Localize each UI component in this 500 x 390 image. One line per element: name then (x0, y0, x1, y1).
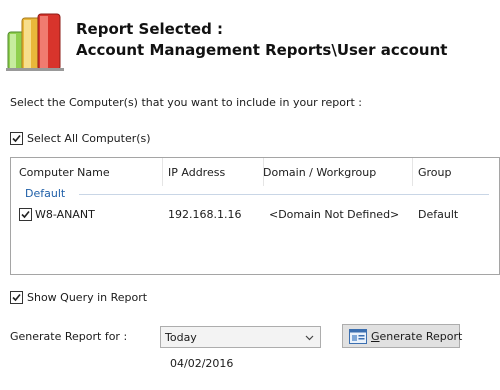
column-header-domain-workgroup[interactable]: Domain / Workgroup (263, 166, 407, 179)
chevron-down-icon (305, 335, 314, 341)
cell-domain: <Domain Not Defined> (269, 208, 400, 221)
column-header-computer-name[interactable]: Computer Name (19, 166, 110, 179)
cell-ip-address: 192.168.1.16 (168, 208, 242, 221)
computer-list[interactable]: Computer Name IP Address Domain / Workgr… (10, 157, 500, 275)
report-window-icon (349, 329, 367, 344)
table-row[interactable]: W8-ANANT 192.168.1.16 <Domain Not Define… (11, 204, 499, 222)
generate-report-label: Generate Report (371, 330, 463, 343)
generate-for-label: Generate Report for : (10, 330, 128, 343)
report-logo-icon (6, 13, 64, 71)
instruction-text: Select the Computer(s) that you want to … (10, 96, 362, 109)
checkbox-checked-icon[interactable] (10, 290, 23, 304)
select-all-label: Select All Computer(s) (27, 131, 151, 145)
show-query-checkbox[interactable]: Show Query in Report (10, 290, 147, 304)
list-header: Computer Name IP Address Domain / Workgr… (11, 158, 499, 186)
group-divider (79, 194, 489, 195)
select-all-checkbox[interactable]: Select All Computer(s) (10, 131, 151, 145)
column-separator[interactable] (412, 158, 413, 186)
column-header-group[interactable]: Group (418, 166, 452, 179)
report-period-dropdown[interactable]: Today (160, 326, 321, 348)
row-checkbox[interactable] (19, 207, 32, 221)
report-title-line2: Account Management Reports\User account (76, 41, 448, 59)
show-query-label: Show Query in Report (27, 290, 148, 304)
checkbox-checked-icon[interactable] (10, 131, 23, 145)
dropdown-selected-value: Today (165, 331, 197, 344)
generate-report-button[interactable]: Generate Report (342, 324, 463, 348)
report-title-line1: Report Selected : (76, 20, 224, 38)
group-header-default: Default (25, 187, 66, 200)
report-date: 04/02/2016 (170, 357, 234, 370)
cell-group: Default (418, 208, 459, 221)
column-header-ip-address[interactable]: IP Address (168, 166, 225, 179)
column-separator[interactable] (162, 158, 163, 186)
cell-computer-name: W8-ANANT (35, 208, 95, 221)
